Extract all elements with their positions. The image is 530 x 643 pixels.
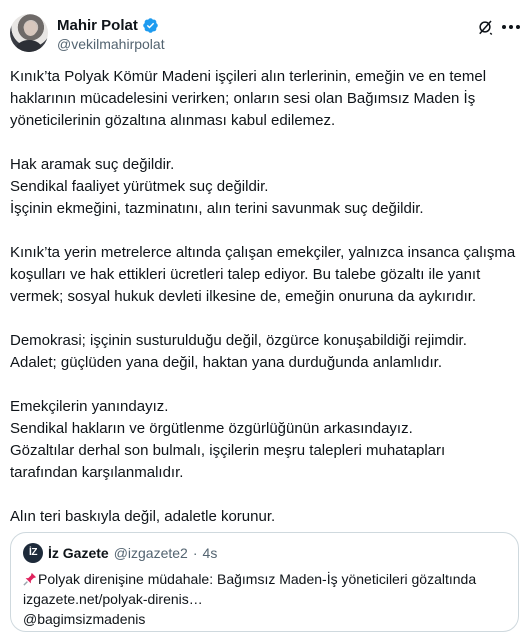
tweet-line: Kınık’ta yerin metrelerce altında çalışa… (10, 244, 516, 261)
quoted-tweet-header: İZ İz Gazete @izgazete2 · 4s (23, 543, 506, 563)
tweet-paragraph: Demokrasi; işçinin susturulduğu değil, ö… (10, 330, 522, 374)
tweet-paragraph: Emekçilerin yanındayız. Sendikal hakların… (10, 396, 522, 484)
tweet-line: yöneticilerinin gözaltına alınması kabul… (10, 112, 336, 129)
tweet-line: Hak aramak suç değildir. (10, 156, 175, 173)
tweet-line: Gözaltılar derhal son bulmalı, işçilerin… (10, 442, 446, 459)
tweet-line: koşulları ve hak ettikleri ücretleri tal… (10, 266, 481, 283)
tweet-paragraph: Kınık’ta yerin metrelerce altında çalışa… (10, 242, 522, 308)
separator-dot: · (192, 545, 198, 561)
avatar-shoulders (16, 40, 42, 52)
quoted-mention[interactable]: @bagimsizmadenis (23, 609, 506, 629)
quoted-author-name[interactable]: İz Gazete (48, 544, 109, 562)
tweet-line: tarafından karşılanmalıdır. (10, 464, 184, 481)
more-dot (516, 25, 520, 29)
quoted-line-title: Polyak direnişine müdahale: Bağımsız Mad… (23, 569, 506, 589)
verified-badge-icon (143, 18, 158, 33)
quoted-timestamp[interactable]: 4s (203, 544, 218, 562)
quoted-author-handle[interactable]: @izgazete2 (114, 544, 188, 562)
tweet-line: Sendikal faaliyet yürütmek suç değildir. (10, 178, 269, 195)
tweet-line: İşçinin ekmeğini, tazminatını, alın teri… (10, 200, 424, 217)
tweet-line: vermek; sosyal hukuk devleti ilkesine de… (10, 288, 477, 305)
pushpin-icon (23, 572, 37, 586)
avatar-head (24, 21, 37, 36)
tweet-line: Alın teri baskıyla değil, adaletle korun… (10, 508, 276, 525)
author-name-text[interactable]: Mahir Polat (57, 16, 138, 35)
tweet-line: haklarının mücadelesini verirken; onları… (10, 90, 476, 107)
author-names: Mahir Polat @vekilmahirpolat (57, 16, 165, 54)
author-handle[interactable]: @vekilmahirpolat (57, 35, 165, 54)
quoted-author-avatar[interactable]: İZ (23, 543, 43, 563)
tweet-line: Kınık’ta Polyak Kömür Madeni işçileri al… (10, 68, 487, 85)
tweet-paragraph: Hak aramak suç değildir. Sendikal faaliye… (10, 154, 522, 220)
author-display-name[interactable]: Mahir Polat (57, 16, 159, 35)
quoted-line-text: Polyak direnişine müdahale: Bağımsız Mad… (38, 571, 477, 587)
tweet-text: Kınık’ta Polyak Kömür Madeni işçileri al… (10, 66, 522, 550)
quoted-tweet[interactable]: İZ İz Gazete @izgazete2 · 4s Polyak dire… (10, 532, 519, 632)
more-options-icon[interactable] (502, 25, 520, 29)
quoted-tweet-text: Polyak direnişine müdahale: Bağımsız Mad… (23, 569, 506, 629)
author-avatar[interactable] (10, 14, 48, 52)
quoted-link[interactable]: izgazete.net/polyak-direnis… (23, 589, 506, 609)
grok-icon[interactable] (476, 18, 494, 36)
tweet-line: Emekçilerin yanındayız. (10, 398, 169, 415)
more-dot (502, 25, 506, 29)
tweet-paragraph: Alın teri baskıyla değil, adaletle korun… (10, 506, 522, 528)
tweet-header: Mahir Polat @vekilmahirpolat (10, 12, 520, 56)
tweet-paragraph: Kınık’ta Polyak Kömür Madeni işçileri al… (10, 66, 522, 132)
tweet-line: Adalet; güçlüden yana değil, haktan yana… (10, 354, 442, 371)
tweet-line: Demokrasi; işçinin susturulduğu değil, ö… (10, 332, 467, 349)
tweet-line: Sendikal hakların ve örgütlenme özgürlüğ… (10, 420, 413, 437)
more-dot (509, 25, 513, 29)
